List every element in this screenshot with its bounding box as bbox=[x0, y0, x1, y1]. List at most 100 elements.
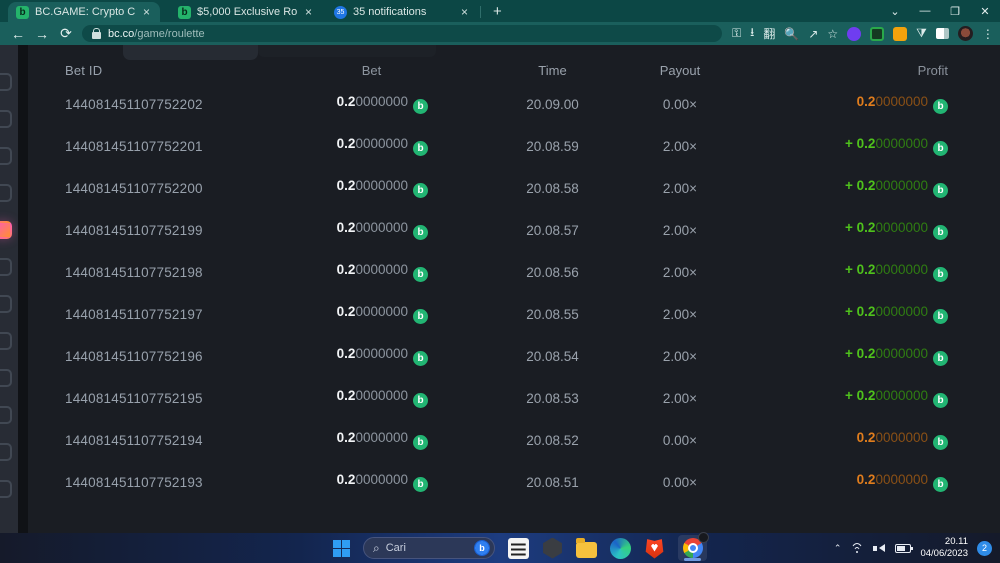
start-button[interactable] bbox=[333, 540, 350, 557]
bet-cell: 0.20000000b bbox=[315, 136, 460, 156]
share-icon[interactable]: ↗ bbox=[808, 27, 818, 41]
bookmark-star-icon[interactable]: ☆ bbox=[827, 27, 838, 41]
profile-avatar[interactable] bbox=[958, 26, 973, 41]
sidebar-icon[interactable] bbox=[0, 443, 12, 461]
sidebar-icon[interactable] bbox=[0, 295, 12, 313]
toolbar-icons: ⚿ ⭳ 翻 🔍 ↗ ☆ ⧩ ⋮ bbox=[732, 23, 994, 44]
browser-menu-chevron-icon[interactable]: ⌄ bbox=[880, 5, 910, 18]
bc-coin-icon: b bbox=[413, 351, 428, 366]
tab-close-icon[interactable]: × bbox=[141, 5, 152, 19]
extension-purple-icon[interactable] bbox=[847, 27, 861, 41]
battery-icon[interactable] bbox=[895, 544, 911, 553]
extension-orange-icon[interactable] bbox=[893, 27, 907, 41]
table-row[interactable]: 144081451107752202 0.20000000b 20.09.00 … bbox=[28, 83, 1000, 125]
back-icon[interactable]: ← bbox=[6, 26, 30, 42]
time-cell: 20.08.57 bbox=[460, 223, 645, 238]
table-row[interactable]: 144081451107752201 0.20000000b 20.08.59 … bbox=[28, 125, 1000, 167]
table-row[interactable]: 144081451107752193 0.20000000b 20.08.51 … bbox=[28, 461, 1000, 503]
cropped-tab-remnant bbox=[123, 45, 258, 60]
taskbar-search[interactable]: ⌕ Cari b bbox=[363, 537, 495, 559]
close-button[interactable]: ✕ bbox=[970, 5, 1000, 18]
tab-bcgame[interactable]: b BC.GAME: Crypto Casino Games × bbox=[8, 2, 160, 22]
kebab-menu-icon[interactable]: ⋮ bbox=[982, 27, 994, 41]
notification-favicon-icon: 35 bbox=[334, 6, 347, 19]
sidebar-icon[interactable] bbox=[0, 147, 12, 165]
tab-close-icon[interactable]: × bbox=[459, 5, 470, 19]
sidebar-roulette-icon[interactable] bbox=[0, 221, 12, 239]
bc-coin-icon: b bbox=[413, 183, 428, 198]
tab-divider bbox=[480, 6, 481, 18]
side-panel-icon[interactable] bbox=[936, 28, 949, 39]
minimize-button[interactable]: — bbox=[910, 5, 940, 17]
bet-cell: 0.20000000b bbox=[315, 430, 460, 450]
time-cell: 20.08.58 bbox=[460, 181, 645, 196]
tab-roulette-promo[interactable]: b $5,000 Exclusive Roulette Prestig × bbox=[170, 2, 322, 22]
bc-coin-icon: b bbox=[933, 183, 948, 198]
profit-cell: + 0.20000000b bbox=[715, 304, 948, 324]
taskbar-chrome-icon[interactable] bbox=[678, 535, 707, 561]
taskbar-app-grid-icon[interactable] bbox=[508, 538, 529, 559]
translate-icon[interactable]: 翻 bbox=[763, 25, 775, 42]
bet-cell: 0.20000000b bbox=[315, 346, 460, 366]
bet-cell: 0.20000000b bbox=[315, 262, 460, 282]
payout-cell: 0.00× bbox=[645, 97, 715, 112]
extension-green-icon[interactable] bbox=[870, 27, 884, 41]
bc-coin-icon: b bbox=[933, 267, 948, 282]
payout-cell: 2.00× bbox=[645, 139, 715, 154]
wifi-icon[interactable] bbox=[850, 543, 864, 553]
table-row[interactable]: 144081451107752195 0.20000000b 20.08.53 … bbox=[28, 377, 1000, 419]
notification-count-badge[interactable]: 2 bbox=[977, 541, 992, 556]
extensions-puzzle-icon[interactable]: ⧩ bbox=[916, 26, 927, 41]
bc-coin-icon: b bbox=[413, 309, 428, 324]
browser-tab-bar: b BC.GAME: Crypto Casino Games × b $5,00… bbox=[0, 0, 1000, 22]
bet-cell: 0.20000000b bbox=[315, 304, 460, 324]
tab-notifications[interactable]: 35 35 notifications × bbox=[326, 2, 478, 22]
bc-coin-icon: b bbox=[933, 225, 948, 240]
clock[interactable]: 20.11 04/06/2023 bbox=[920, 536, 968, 560]
sidebar-icon[interactable] bbox=[0, 184, 12, 202]
bc-coin-icon: b bbox=[413, 141, 428, 156]
browser-toolbar: ← → ⟳ bc.co/game/roulette ⚿ ⭳ 翻 🔍 ↗ ☆ ⧩ … bbox=[0, 22, 1000, 45]
profit-cell: 0.20000000b bbox=[715, 430, 948, 450]
table-row[interactable]: 144081451107752196 0.20000000b 20.08.54 … bbox=[28, 335, 1000, 377]
table-row[interactable]: 144081451107752200 0.20000000b 20.08.58 … bbox=[28, 167, 1000, 209]
address-bar[interactable]: bc.co/game/roulette bbox=[82, 25, 722, 42]
taskbar-brave-icon[interactable] bbox=[644, 538, 665, 559]
tab-title: BC.GAME: Crypto Casino Games bbox=[35, 6, 135, 18]
reload-icon[interactable]: ⟳ bbox=[54, 25, 78, 42]
bc-coin-icon: b bbox=[933, 435, 948, 450]
bc-coin-icon: b bbox=[933, 309, 948, 324]
forward-icon[interactable]: → bbox=[30, 26, 54, 42]
sidebar-icon[interactable] bbox=[0, 73, 12, 91]
new-tab-button[interactable]: + bbox=[493, 3, 502, 20]
table-row[interactable]: 144081451107752199 0.20000000b 20.08.57 … bbox=[28, 209, 1000, 251]
taskbar-file-explorer-icon[interactable] bbox=[576, 542, 597, 558]
sidebar-icon[interactable] bbox=[0, 406, 12, 424]
window-controls: ⌄ — ❐ ✕ bbox=[880, 0, 1000, 22]
table-row[interactable]: 144081451107752197 0.20000000b 20.08.55 … bbox=[28, 293, 1000, 335]
tab-close-icon[interactable]: × bbox=[303, 5, 314, 19]
sidebar-icon[interactable] bbox=[0, 369, 12, 387]
taskbar-edge-icon[interactable] bbox=[610, 538, 631, 559]
bc-favicon-icon: b bbox=[16, 6, 29, 19]
profit-cell: + 0.20000000b bbox=[715, 346, 948, 366]
sidebar-icon[interactable] bbox=[0, 332, 12, 350]
bc-coin-icon: b bbox=[413, 435, 428, 450]
volume-icon[interactable] bbox=[873, 543, 886, 554]
install-icon[interactable]: ⭳ bbox=[750, 23, 754, 44]
bc-coin-icon: b bbox=[413, 225, 428, 240]
header-time: Time bbox=[460, 63, 645, 78]
table-row[interactable]: 144081451107752194 0.20000000b 20.08.52 … bbox=[28, 419, 1000, 461]
sidebar-icon[interactable] bbox=[0, 480, 12, 498]
zoom-icon[interactable]: 🔍 bbox=[784, 27, 799, 41]
payout-cell: 0.00× bbox=[645, 433, 715, 448]
tray-chevron-icon[interactable]: ⌃ bbox=[834, 543, 842, 554]
taskbar-unity-icon[interactable] bbox=[542, 538, 563, 559]
password-key-icon[interactable]: ⚿ bbox=[732, 26, 741, 41]
table-row[interactable]: 144081451107752198 0.20000000b 20.08.56 … bbox=[28, 251, 1000, 293]
sidebar-icon[interactable] bbox=[0, 258, 12, 276]
profit-cell: + 0.20000000b bbox=[715, 220, 948, 240]
maximize-button[interactable]: ❐ bbox=[940, 5, 970, 18]
bet-id-cell: 144081451107752202 bbox=[65, 97, 315, 112]
sidebar-icon[interactable] bbox=[0, 110, 12, 128]
